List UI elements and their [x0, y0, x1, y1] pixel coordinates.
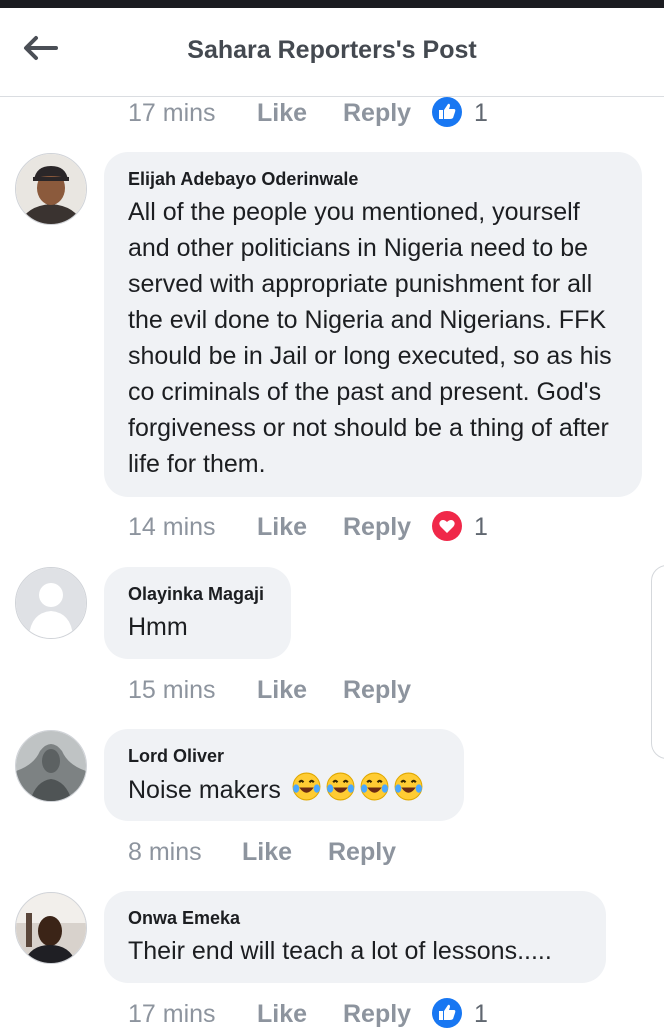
laughing-crying-emoji	[359, 771, 390, 812]
comment-text-body: Noise makers	[128, 776, 281, 805]
status-bar	[0, 0, 664, 8]
laughing-crying-emoji	[325, 771, 356, 812]
reaction-count: 1	[474, 513, 488, 541]
comment-author[interactable]: Lord Oliver	[128, 745, 440, 767]
love-reaction-icon[interactable]	[432, 511, 462, 541]
reply-button[interactable]: Reply	[343, 99, 411, 128]
reaction-count: 1	[474, 1000, 488, 1028]
like-reaction-icon[interactable]	[432, 998, 462, 1028]
comment-bubble: Olayinka Magaji Hmm	[104, 567, 291, 659]
comment-text: All of the people you mentioned, yoursel…	[128, 198, 619, 478]
comment-author[interactable]: Onwa Emeka	[128, 907, 582, 929]
comment-author[interactable]: Elijah Adebayo Oderinwale	[128, 168, 618, 190]
side-scroll-tab[interactable]	[651, 565, 664, 759]
comment-time: 8 mins	[128, 838, 202, 866]
comment-author[interactable]: Olayinka Magaji	[128, 583, 267, 605]
header-bar: Sahara Reporters's Post	[0, 8, 664, 97]
like-button[interactable]: Like	[257, 99, 307, 128]
comment-text: Noise makers	[128, 771, 440, 812]
comment-text: Hmm	[128, 613, 188, 641]
avatar[interactable]	[15, 892, 87, 964]
like-button[interactable]: Like	[257, 1000, 307, 1029]
comment-time: 17 mins	[128, 1000, 216, 1028]
like-button[interactable]: Like	[257, 513, 307, 542]
reply-button[interactable]: Reply	[343, 1000, 411, 1029]
laughing-crying-emoji	[291, 771, 322, 812]
like-button[interactable]: Like	[257, 676, 307, 705]
comment-time: 14 mins	[128, 513, 216, 541]
like-reaction-icon[interactable]	[432, 97, 462, 127]
comment-time: 15 mins	[128, 676, 216, 704]
comment-bubble: Onwa Emeka Their end will teach a lot of…	[104, 891, 606, 983]
avatar[interactable]	[15, 567, 87, 639]
laughing-crying-emoji	[393, 771, 424, 812]
comment-text: Their end will teach a lot of lessons...…	[128, 937, 552, 965]
like-button[interactable]: Like	[242, 838, 292, 867]
reply-button[interactable]: Reply	[328, 838, 396, 867]
reply-button[interactable]: Reply	[343, 513, 411, 542]
comment-time: 17 mins	[128, 99, 216, 127]
comment-bubble: Elijah Adebayo Oderinwale All of the peo…	[104, 152, 642, 497]
reaction-count: 1	[474, 99, 488, 127]
page-title: Sahara Reporters's Post	[187, 36, 477, 64]
reply-button[interactable]: Reply	[343, 676, 411, 705]
avatar[interactable]	[15, 153, 87, 225]
comment-bubble: Lord Oliver Noise makers	[104, 729, 464, 821]
avatar[interactable]	[15, 730, 87, 802]
